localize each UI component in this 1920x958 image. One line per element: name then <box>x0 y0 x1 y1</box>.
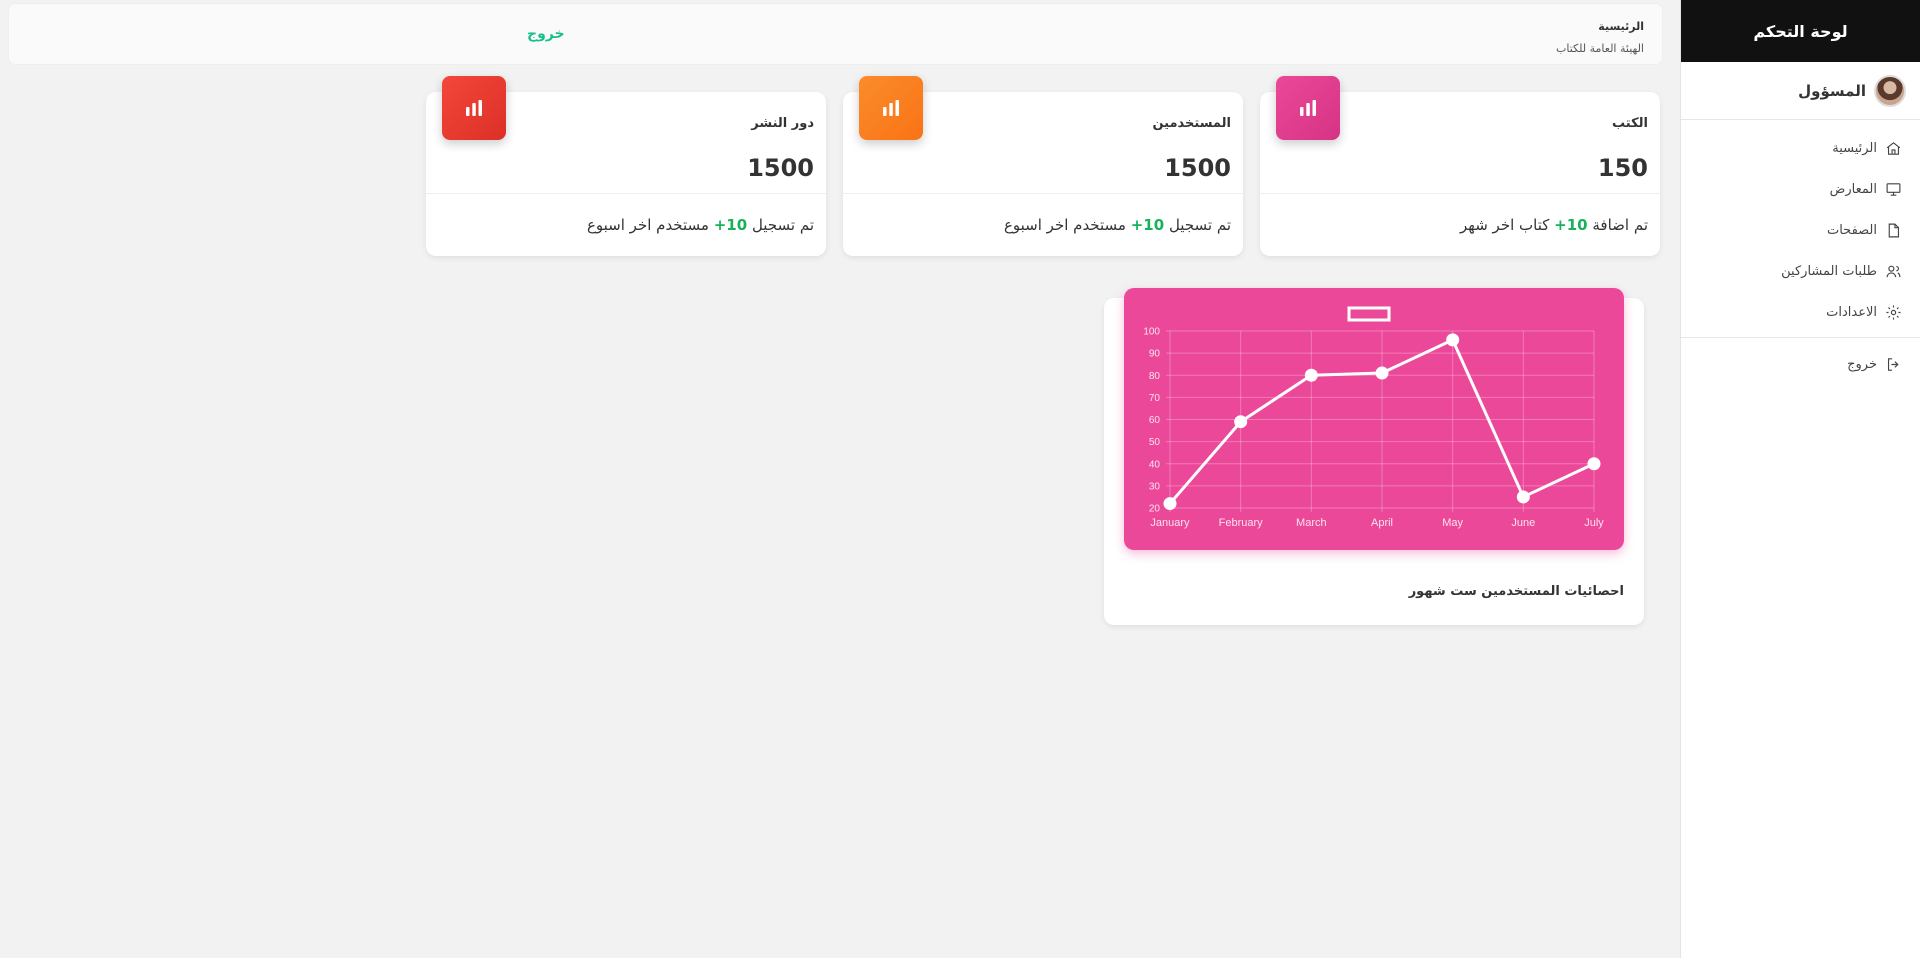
x-tick-label: May <box>1442 517 1463 529</box>
x-tick-label: March <box>1296 517 1327 529</box>
card-footer: تم تسجيل +10 مستخدم اخر اسبوع <box>587 216 814 234</box>
card-footer-delta: +10 <box>1554 216 1588 234</box>
gear-icon <box>1886 305 1901 320</box>
profile-name: المسؤول <box>1798 81 1866 100</box>
card-value: 150 <box>1597 154 1648 182</box>
stat-card-books: الكتب 150 تم اضافة +10 كتاب اخر شهر <box>1260 76 1660 256</box>
card-footer: تم تسجيل +10 مستخدم اخر اسبوع <box>1004 216 1231 234</box>
chart-panel: 20 30 40 50 60 70 80 90 100 January February March A… <box>1124 288 1624 550</box>
y-tick-label: 40 <box>1149 459 1161 470</box>
card-footer-delta: +10 <box>713 216 748 234</box>
x-tick-label: February <box>1219 517 1264 529</box>
card-footer-text: تم تسجيل <box>1164 216 1231 234</box>
card-divider <box>843 193 1243 194</box>
y-tick-label: 60 <box>1149 415 1161 426</box>
card-divider <box>1260 193 1660 194</box>
sidebar-nav: الرئيسية المعارض الصفحات طلبات المشاركين… <box>1681 120 1920 385</box>
sidebar-item-pages[interactable]: الصفحات <box>1681 210 1920 251</box>
bar-chart-icon <box>859 76 923 140</box>
sidebar-item-requests[interactable]: طلبات المشاركين <box>1681 251 1920 292</box>
monitor-icon <box>1886 183 1901 196</box>
card-footer-text: مستخدم اخر اسبوع <box>1003 216 1131 234</box>
card-footer-text: مستخدم اخر اسبوع <box>586 216 714 234</box>
logout-icon <box>1887 358 1899 371</box>
data-point <box>1304 368 1318 382</box>
users-icon <box>1886 265 1901 278</box>
sidebar-item-logout[interactable]: خروج <box>1681 344 1920 385</box>
x-tick-label: January <box>1150 517 1190 529</box>
org-name: الهيئة العامة للكتاب <box>1556 42 1644 55</box>
file-icon <box>1888 223 1900 238</box>
chart-caption: احصائيات المستخدمين ست شهور <box>1408 584 1624 599</box>
users-line-chart: 20 30 40 50 60 70 80 90 100 January February March A… <box>1143 306 1604 529</box>
card-footer: تم اضافة +10 كتاب اخر شهر <box>1460 216 1648 234</box>
x-tick-label: July <box>1584 517 1604 529</box>
card-footer-delta: +10 <box>1130 216 1165 234</box>
card-value: 1500 <box>747 154 814 182</box>
sidebar-item-label: خروج <box>1847 357 1877 372</box>
data-point <box>1446 333 1460 347</box>
stat-card-publishers: دور النشر 1500 تم تسجيل +10 مستخدم اخر ا… <box>426 76 826 256</box>
data-point <box>1587 457 1601 471</box>
topbar: الرئيسية الهيئة العامة للكتاب خروج <box>9 4 1662 64</box>
card-footer-text: تم تسجيل <box>747 216 814 234</box>
y-tick-label: 70 <box>1149 393 1161 404</box>
sidebar-item-home[interactable]: الرئيسية <box>1681 128 1920 169</box>
sidebar-item-settings[interactable]: الاعدادات <box>1681 292 1920 333</box>
sidebar: لوحة التحكم المسؤول الرئيسية المعارض الص… <box>1680 0 1920 958</box>
home-icon <box>1886 142 1901 155</box>
avatar <box>1874 74 1906 107</box>
sidebar-divider <box>1681 337 1920 338</box>
breadcrumb-home[interactable]: الرئيسية <box>1556 16 1644 38</box>
card-footer-text: تم اضافة <box>1587 216 1648 234</box>
bar-chart-icon <box>1276 76 1340 140</box>
y-tick-label: 100 <box>1143 327 1160 338</box>
y-tick-label: 30 <box>1149 481 1161 492</box>
data-point <box>1234 415 1248 429</box>
data-point <box>1163 497 1177 511</box>
card-title: دور النشر <box>751 116 814 131</box>
logout-link[interactable]: خروج <box>527 26 565 42</box>
card-value: 1500 <box>1164 154 1231 182</box>
data-point <box>1516 490 1530 504</box>
sidebar-title: لوحة التحكم <box>1681 0 1920 62</box>
sidebar-item-label: طلبات المشاركين <box>1781 264 1877 279</box>
sidebar-item-label: الاعدادات <box>1826 305 1877 320</box>
card-footer-text: كتاب اخر شهر <box>1460 216 1555 234</box>
breadcrumb: الرئيسية الهيئة العامة للكتاب <box>1556 16 1644 60</box>
x-tick-label: April <box>1371 517 1393 529</box>
profile[interactable]: المسؤول <box>1681 62 1920 120</box>
sidebar-item-label: الصفحات <box>1826 223 1877 238</box>
data-point <box>1375 366 1389 380</box>
y-tick-label: 90 <box>1149 349 1161 360</box>
y-tick-label: 80 <box>1149 371 1161 382</box>
x-tick-label: June <box>1511 517 1535 529</box>
sidebar-item-label: الرئيسية <box>1832 141 1877 156</box>
sidebar-item-label: المعارض <box>1829 182 1877 197</box>
card-title: الكتب <box>1612 116 1648 131</box>
y-tick-label: 20 <box>1149 504 1161 515</box>
card-title: المستخدمين <box>1152 116 1231 131</box>
bar-chart-icon <box>442 76 506 140</box>
y-tick-label: 50 <box>1149 437 1161 448</box>
legend-swatch <box>1347 306 1391 322</box>
card-divider <box>426 193 826 194</box>
sidebar-item-exhibitions[interactable]: المعارض <box>1681 169 1920 210</box>
stat-card-users: المستخدمين 1500 تم تسجيل +10 مستخدم اخر … <box>843 76 1243 256</box>
